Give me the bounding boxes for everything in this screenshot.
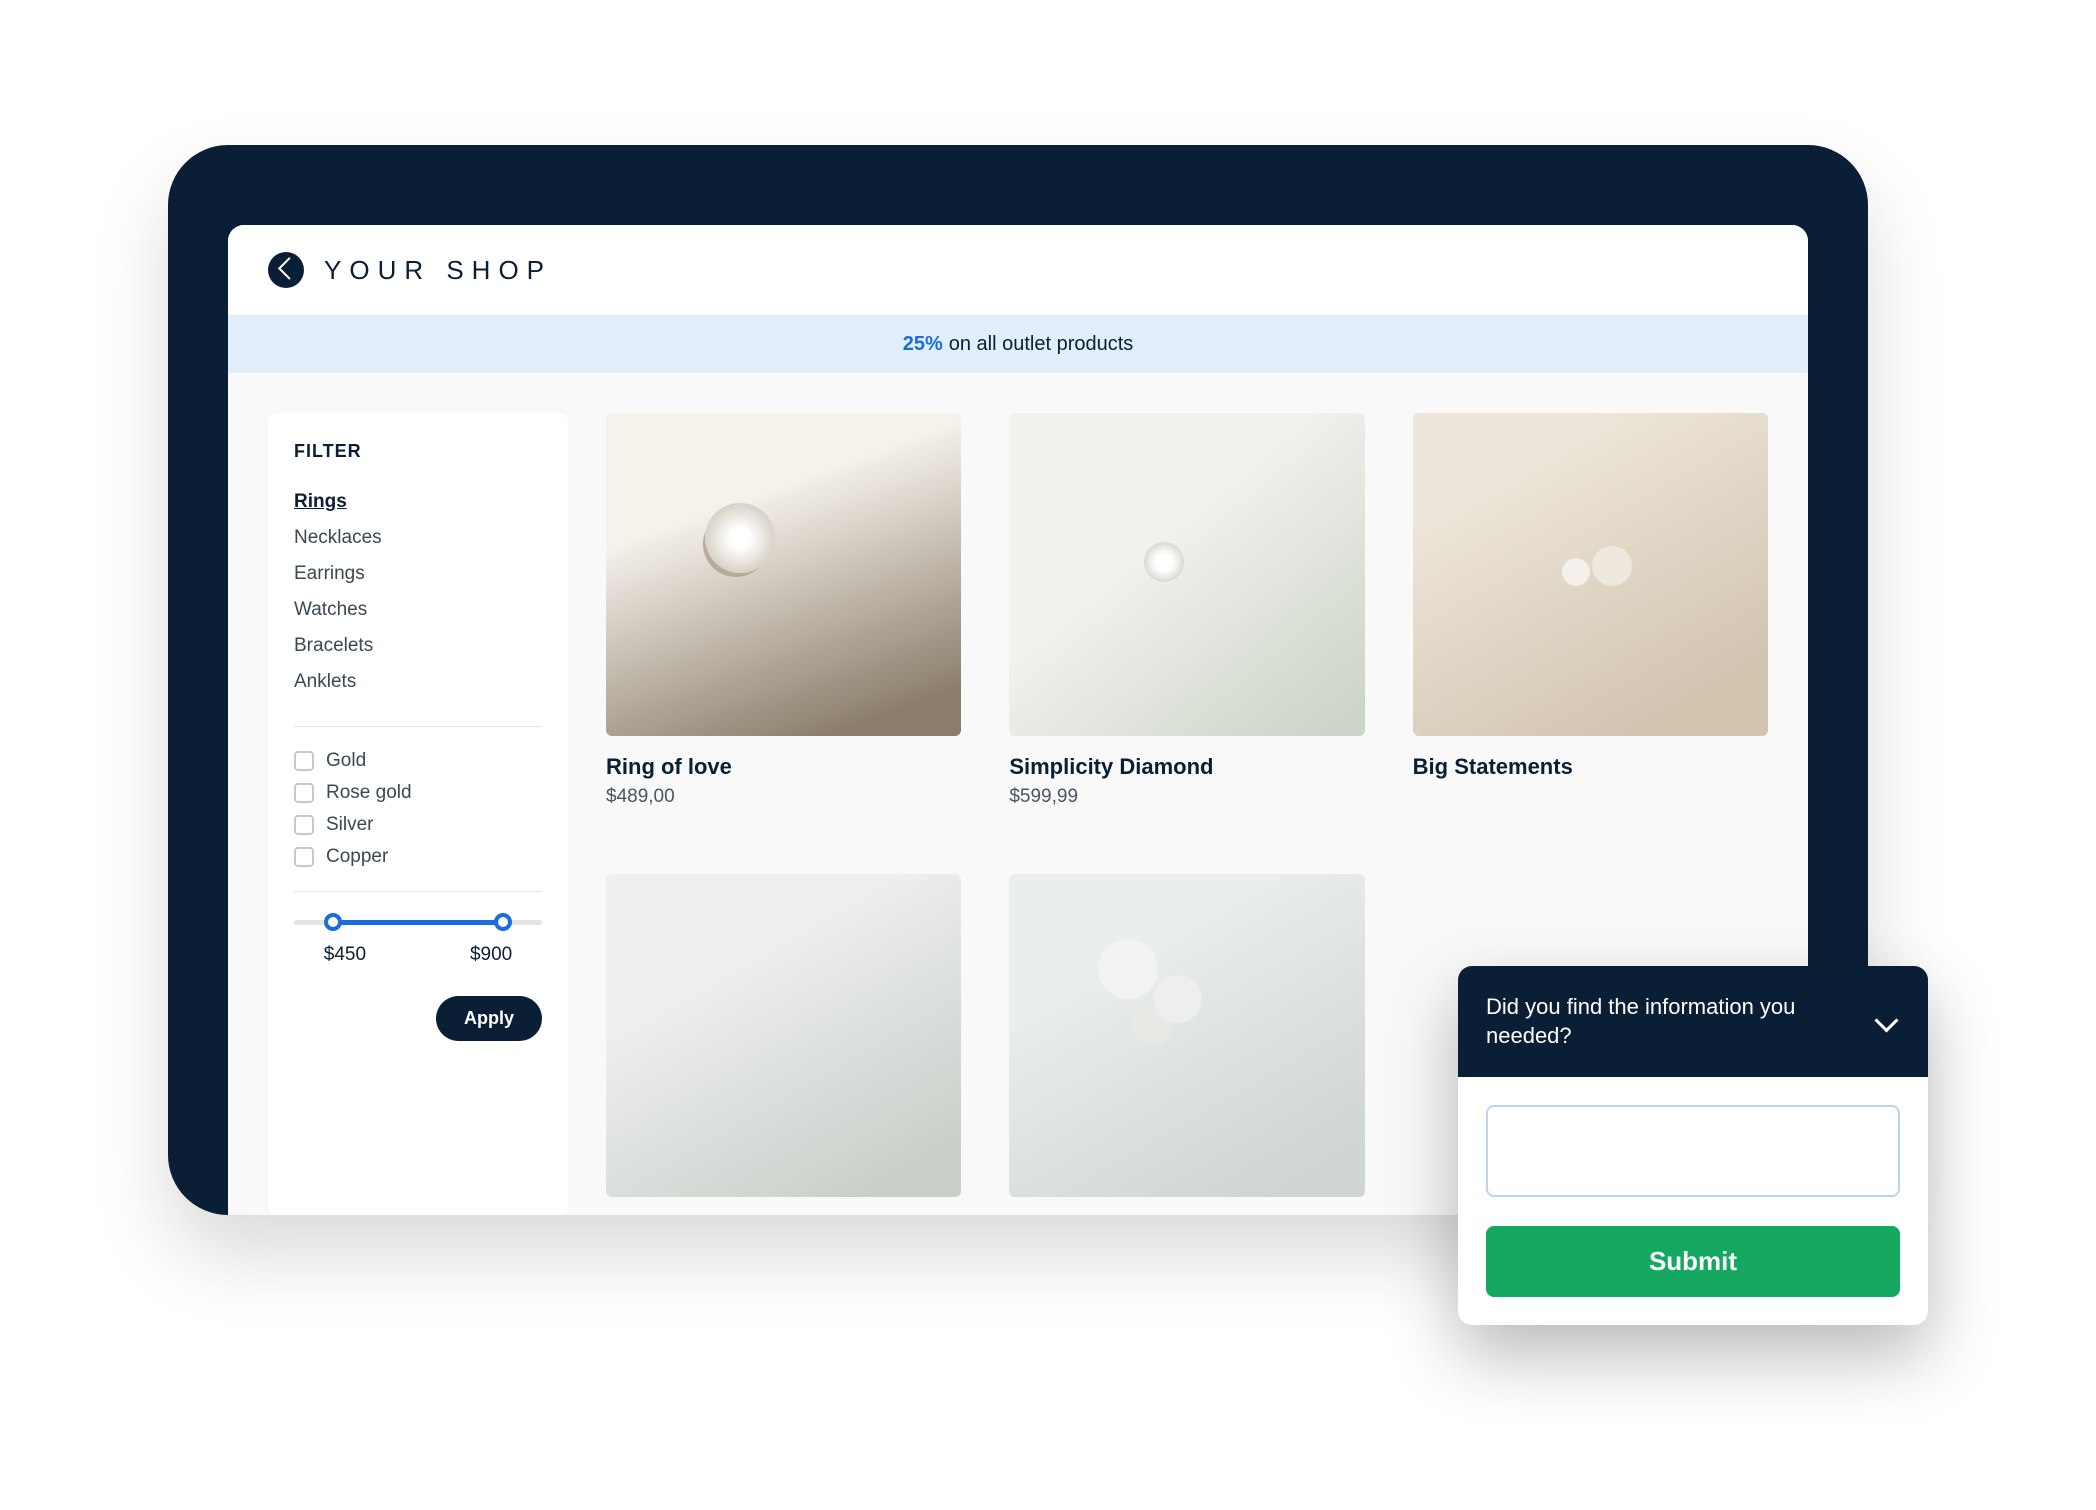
product-price: $599,99 <box>1009 786 1364 808</box>
category-watches[interactable]: Watches <box>294 592 542 628</box>
product-name: Big Statements <box>1413 754 1768 780</box>
product-name: Ring of love <box>606 754 961 780</box>
material-gold[interactable]: Gold <box>294 745 542 777</box>
slider-labels: $450 $900 <box>294 944 542 966</box>
filter-title: FILTER <box>294 441 542 462</box>
material-rose-gold[interactable]: Rose gold <box>294 777 542 809</box>
product-card[interactable] <box>606 874 961 1215</box>
product-image[interactable] <box>1009 874 1364 1197</box>
chevron-down-icon[interactable] <box>1874 1008 1900 1034</box>
material-list: Gold Rose gold Silver Copper <box>294 745 542 873</box>
product-image[interactable] <box>606 413 961 736</box>
category-list: Rings Necklaces Earrings Watches Bracele… <box>294 484 542 700</box>
material-silver[interactable]: Silver <box>294 809 542 841</box>
promo-banner: 25% on all outlet products <box>228 315 1808 373</box>
shop-name: YOUR SHOP <box>324 255 552 286</box>
slider-fill <box>329 920 508 925</box>
checkbox-icon[interactable] <box>294 783 314 803</box>
product-card[interactable]: Big Statements <box>1413 413 1768 826</box>
category-rings[interactable]: Rings <box>294 484 542 520</box>
product-card[interactable]: Simplicity Diamond $599,99 <box>1009 413 1364 826</box>
submit-button[interactable]: Submit <box>1486 1226 1900 1297</box>
price-slider[interactable] <box>294 910 542 934</box>
product-image[interactable] <box>606 874 961 1197</box>
promo-text: on all outlet products <box>949 333 1134 356</box>
product-image[interactable] <box>1009 413 1364 736</box>
promo-discount: 25% <box>903 333 943 356</box>
category-anklets[interactable]: Anklets <box>294 664 542 700</box>
slider-handle-max[interactable] <box>494 913 512 931</box>
product-price: $489,00 <box>606 786 961 808</box>
slider-handle-min[interactable] <box>324 913 342 931</box>
site-header: YOUR SHOP <box>228 225 1808 315</box>
checkbox-icon[interactable] <box>294 815 314 835</box>
product-card[interactable]: Ring of love $489,00 <box>606 413 961 826</box>
survey-question: Did you find the information you needed? <box>1486 992 1806 1051</box>
divider <box>294 891 542 892</box>
logo-icon <box>268 252 304 288</box>
product-image[interactable] <box>1413 413 1768 736</box>
checkbox-icon[interactable] <box>294 751 314 771</box>
price-max: $900 <box>470 944 512 966</box>
price-min: $450 <box>324 944 366 966</box>
survey-input[interactable] <box>1486 1105 1900 1197</box>
checkbox-icon[interactable] <box>294 847 314 867</box>
category-earrings[interactable]: Earrings <box>294 556 542 592</box>
survey-widget: Did you find the information you needed?… <box>1458 966 1928 1325</box>
survey-body: Submit <box>1458 1077 1928 1325</box>
filter-panel: FILTER Rings Necklaces Earrings Watches … <box>268 413 568 1215</box>
material-copper[interactable]: Copper <box>294 841 542 873</box>
product-card[interactable] <box>1009 874 1364 1215</box>
survey-header: Did you find the information you needed? <box>1458 966 1928 1077</box>
product-name: Simplicity Diamond <box>1009 754 1364 780</box>
category-bracelets[interactable]: Bracelets <box>294 628 542 664</box>
divider <box>294 726 542 727</box>
category-necklaces[interactable]: Necklaces <box>294 520 542 556</box>
apply-button[interactable]: Apply <box>436 996 542 1041</box>
